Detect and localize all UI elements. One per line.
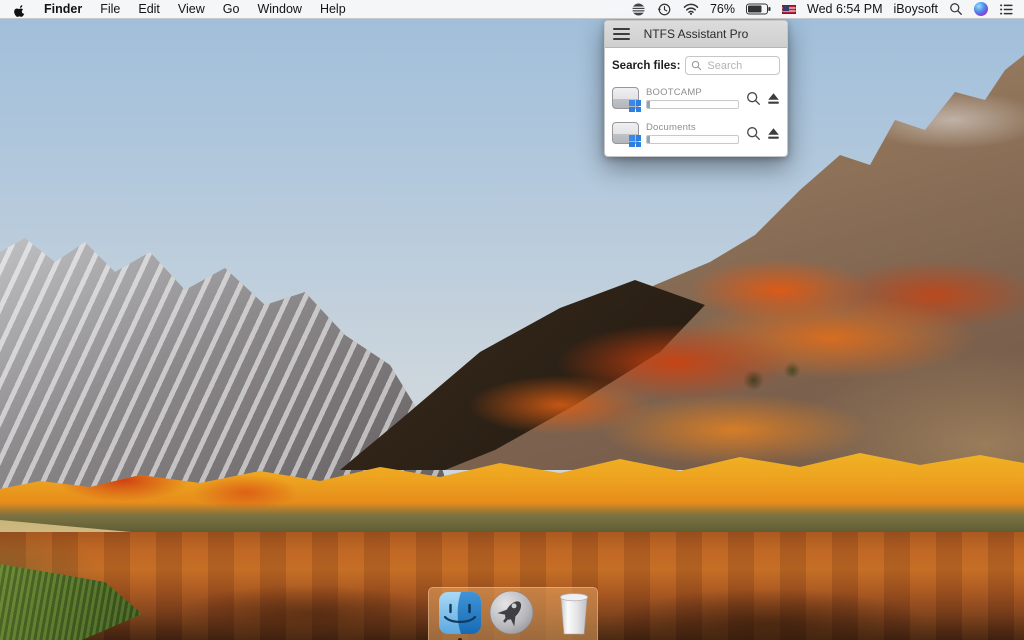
menu-bar-status: 76% Wed 6:54 PM iBoysoft <box>631 2 1024 17</box>
ntfs-disk-icon <box>612 87 641 112</box>
hamburger-menu-icon[interactable] <box>613 28 630 40</box>
drive-row-documents: Documents <box>605 118 787 147</box>
dock-item-launchpad[interactable] <box>489 590 534 635</box>
wifi-icon[interactable] <box>683 3 699 15</box>
drive-name: BOOTCAMP <box>646 86 702 98</box>
drive-row-bootcamp: BOOTCAMP <box>605 83 787 112</box>
drive-usage-fill <box>647 100 650 108</box>
ntfs-disk-icon <box>612 122 641 147</box>
iboysoft-drive-icon[interactable] <box>631 2 646 17</box>
notification-center-icon[interactable] <box>999 3 1014 16</box>
windows-logo-icon <box>629 135 641 147</box>
windows-logo-icon <box>629 100 641 112</box>
menu-item-go[interactable]: Go <box>223 2 240 16</box>
menu-item-help[interactable]: Help <box>320 2 346 16</box>
panel-header: NTFS Assistant Pro <box>605 21 787 48</box>
menu-bar-left: Finder File Edit View Go Window Help <box>0 2 346 17</box>
drive-usage-bar <box>646 99 739 109</box>
menu-item-view[interactable]: View <box>178 2 205 16</box>
wallpaper-orange-foliage <box>380 225 1024 475</box>
search-row: Search files: <box>605 48 787 81</box>
drive-eject-button[interactable] <box>767 92 780 105</box>
drive-usage-fill <box>647 135 650 143</box>
macos-screen: Finder File Edit View Go Window Help 76%… <box>0 0 1024 640</box>
drive-search-button[interactable] <box>746 91 761 106</box>
dock-item-finder[interactable] <box>438 591 482 640</box>
drive-name: Documents <box>646 121 696 133</box>
battery-icon[interactable] <box>746 3 771 15</box>
menu-item-file[interactable]: File <box>100 2 120 16</box>
menu-bar: Finder File Edit View Go Window Help 76%… <box>0 0 1024 19</box>
panel-title: NTFS Assistant Pro <box>643 27 749 41</box>
time-machine-icon[interactable] <box>657 2 672 17</box>
finder-icon <box>439 591 481 634</box>
flag-canton <box>783 5 790 11</box>
menu-item-edit[interactable]: Edit <box>138 2 160 16</box>
siri-icon[interactable] <box>974 2 988 16</box>
drive-eject-button[interactable] <box>767 127 780 140</box>
menu-item-finder[interactable]: Finder <box>44 2 82 16</box>
apple-menu-icon[interactable] <box>13 2 26 17</box>
drive-search-button[interactable] <box>746 126 761 141</box>
search-input[interactable] <box>705 58 774 73</box>
launchpad-icon <box>489 590 534 635</box>
drive-usage-bar <box>646 134 739 144</box>
ntfs-assistant-panel: NTFS Assistant Pro Search files: BOOTCAM… <box>604 20 788 157</box>
dock-item-trash[interactable] <box>554 590 594 636</box>
battery-percent-label: 76% <box>709 2 736 16</box>
desktop-wallpaper[interactable] <box>0 0 1024 640</box>
trash-icon <box>559 592 589 634</box>
search-icon <box>692 60 702 71</box>
menu-item-window[interactable]: Window <box>257 2 301 16</box>
spotlight-icon[interactable] <box>949 2 963 16</box>
dock <box>428 587 598 640</box>
menu-bar-clock[interactable]: Wed 6:54 PM <box>807 2 883 16</box>
input-source-us-flag[interactable] <box>782 4 797 14</box>
search-box[interactable] <box>685 56 780 75</box>
iboysoft-menu-label[interactable]: iBoysoft <box>894 2 938 16</box>
search-files-label: Search files: <box>612 59 681 72</box>
